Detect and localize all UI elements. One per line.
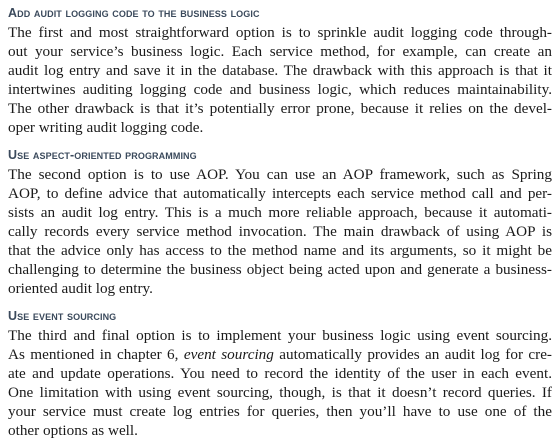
text-line: The second option is to use AOP. You can…: [8, 166, 552, 183]
text-segment: As mentioned in chapter 6,: [8, 346, 184, 363]
text-segment: automatically provides an audit log for …: [273, 346, 552, 363]
text-line: The first and most straightforward optio…: [8, 24, 552, 41]
paragraph: The first and most straightforward optio…: [8, 23, 552, 137]
paragraph: The second option is to use AOP. You can…: [8, 165, 552, 298]
text-line: cally records every service method invoc…: [8, 223, 552, 240]
document: Add audit logging code to the business l…: [8, 3, 552, 448]
emphasized-term: event sourcing: [183, 346, 274, 363]
text-line: out your service’s business logic. Each …: [8, 43, 552, 60]
text-line: intertwines auditing logging code and bu…: [8, 81, 552, 98]
text-line: As mentioned in chapter 6, event sourcin…: [8, 345, 552, 364]
text-line: other options as well.: [8, 422, 138, 439]
text-line: ate and update operations. You need to r…: [8, 365, 552, 382]
text-line: your service must create log entries for…: [8, 403, 552, 420]
text-line: oper writing audit logging code.: [8, 119, 204, 136]
text-line: AOP, to define advice that automatically…: [8, 185, 552, 202]
text-line: One limitation with using event sourcing…: [8, 384, 552, 401]
section-heading: Add audit logging code to the business l…: [8, 6, 260, 20]
section-heading: Use aspect-oriented programming: [8, 148, 197, 162]
section-heading: Use event sourcing: [8, 309, 117, 323]
text-line: oriented audit log entry.: [8, 280, 153, 297]
text-line: sists an audit log entry. This is a much…: [8, 204, 552, 221]
text-line: The other drawback is that it’s potentia…: [8, 100, 552, 117]
paragraph: The third and final option is to impleme…: [8, 326, 552, 440]
text-line: audit log entry and save it in the datab…: [8, 62, 552, 79]
text-line: that the advice only has access to the m…: [8, 242, 552, 259]
text-line: The third and final option is to impleme…: [8, 327, 552, 344]
text-line: challenging to determine the business ob…: [8, 261, 552, 278]
